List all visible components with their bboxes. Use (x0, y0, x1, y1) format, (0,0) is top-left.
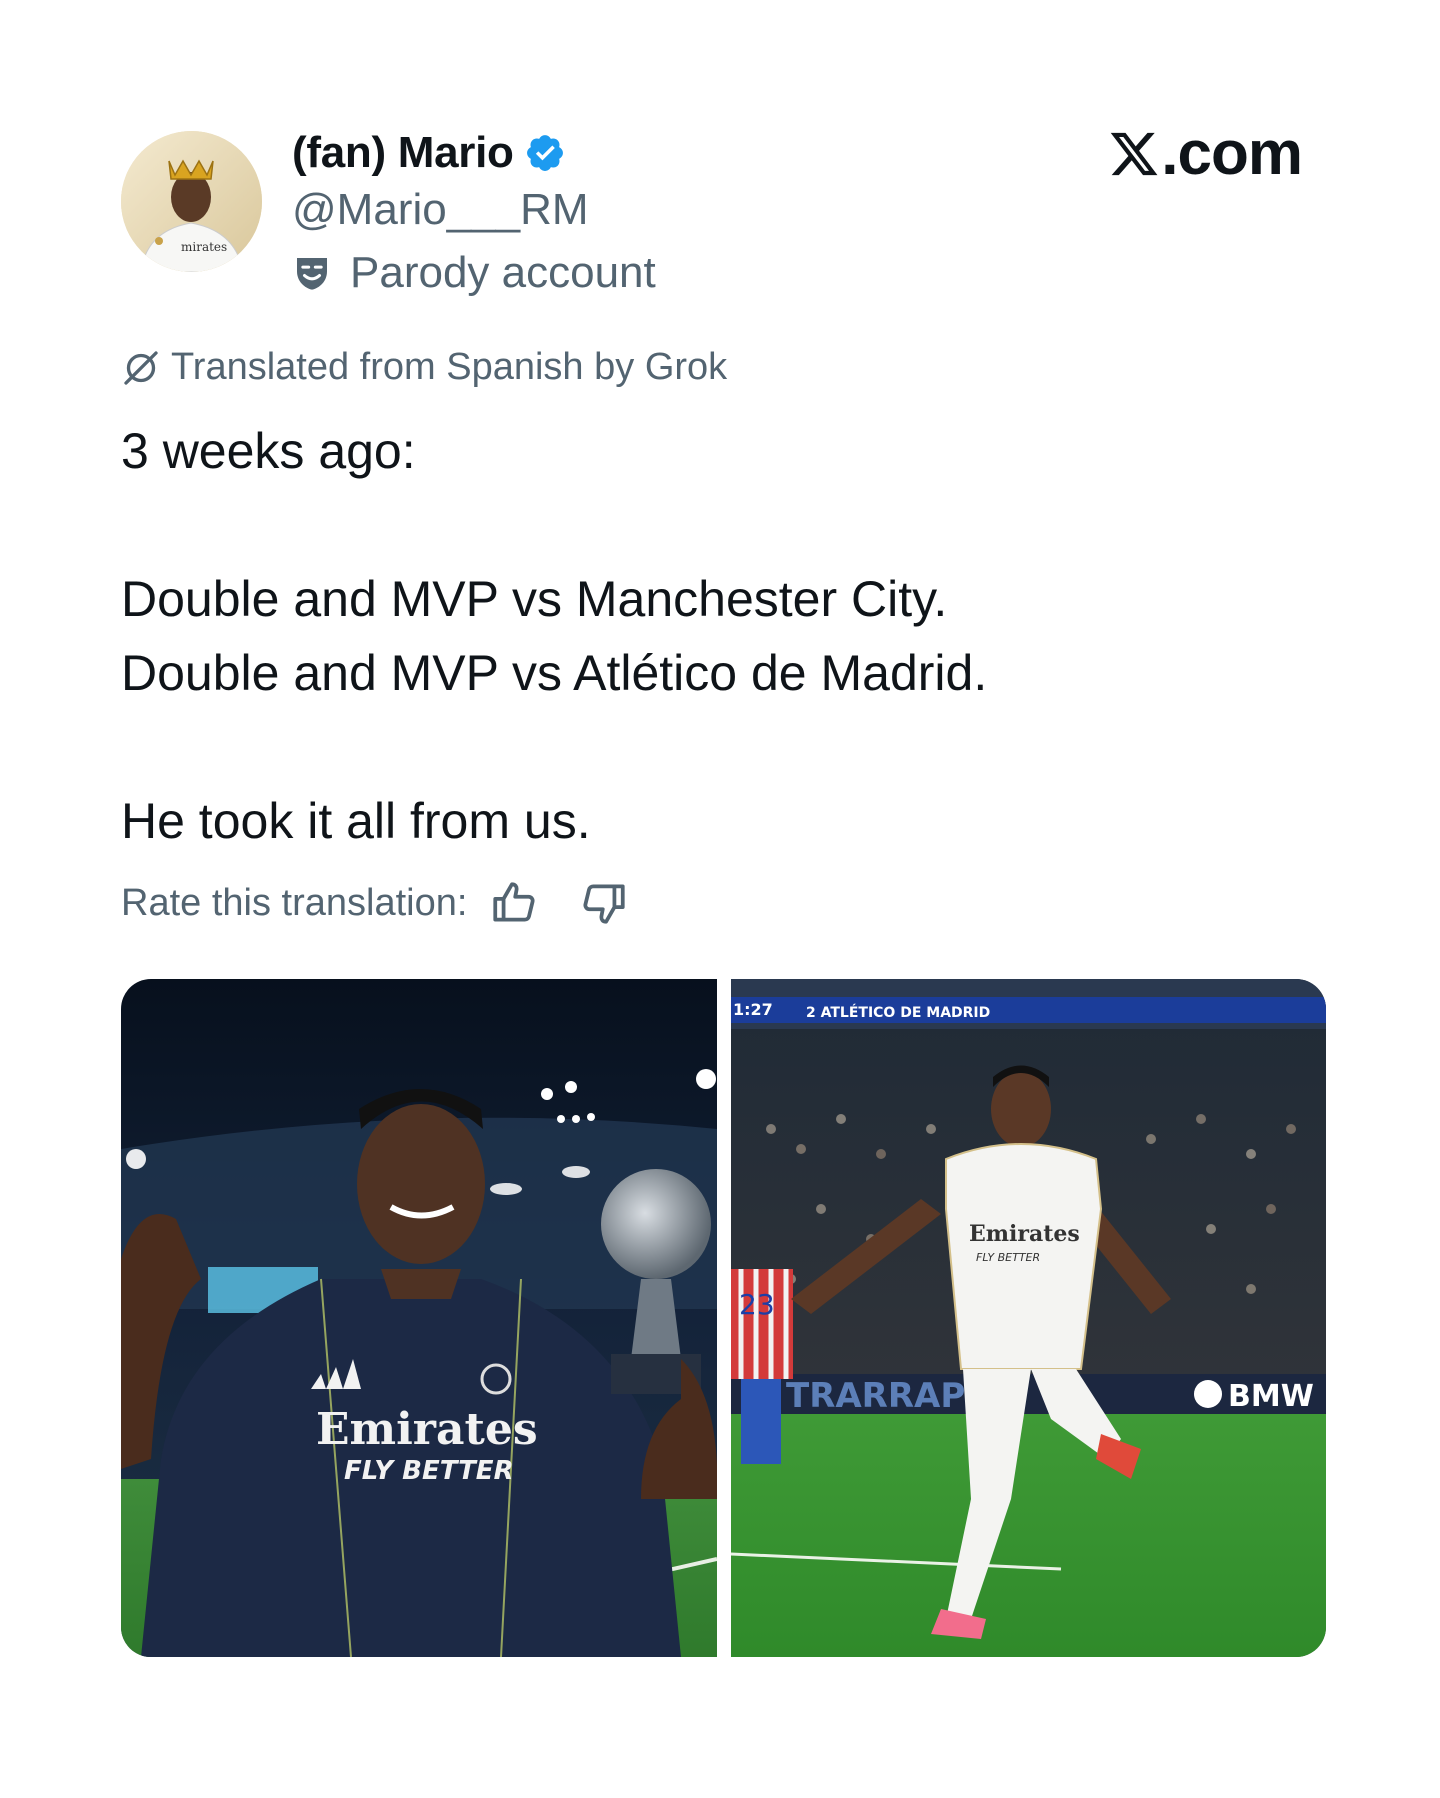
scoreboard-time: 1:27 (733, 1000, 773, 1019)
photo-2[interactable]: 1:27 2 ATLÉTICO DE MADRID TRARRAPI BMW 2… (730, 979, 1326, 1657)
board-right-text: BMW (1228, 1379, 1314, 1414)
photo-1-image: Emirates FLY BETTER (121, 979, 717, 1657)
shirt-text-2b: FLY BETTER (976, 1251, 1040, 1264)
media-grid[interactable]: Emirates FLY BETTER 1:27 2 ATLÉTICO DE M… (121, 979, 1326, 1657)
photo-2-image: 1:27 2 ATLÉTICO DE MADRID TRARRAPI BMW 2… (730, 979, 1326, 1657)
x-logo-icon (1110, 132, 1158, 175)
grok-icon (124, 350, 158, 385)
rate-translation: Rate this translation: (121, 878, 629, 928)
avatar[interactable]: mirates (121, 131, 262, 272)
tweet-text: 3 weeks ago: Double and MVP vs Mancheste… (121, 414, 1321, 858)
rate-translation-label: Rate this translation: (121, 881, 468, 924)
board-left-text: TRARRAPI (786, 1376, 978, 1416)
author-name-row[interactable]: (fan) Mario (292, 124, 566, 182)
shirt-text-2: FLY BETTER (344, 1456, 514, 1486)
translation-note-text: Translated from Spanish by Grok (171, 346, 728, 388)
photo-1[interactable]: Emirates FLY BETTER (121, 979, 717, 1657)
tweet-line: Double and MVP vs Atlético de Madrid. (121, 645, 988, 701)
avatar-image: mirates (121, 131, 262, 272)
translation-note: Translated from Spanish by Grok (121, 346, 727, 389)
parody-label: Parody account (292, 248, 656, 298)
opponent-number: 23 (739, 1288, 775, 1321)
svg-text:mirates: mirates (181, 240, 227, 254)
scoreboard-text: 2 ATLÉTICO DE MADRID (806, 1004, 990, 1021)
shirt-text-1b: Emirates (969, 1221, 1080, 1247)
x-com-brand: .com (1108, 118, 1303, 189)
tweet-line: Double and MVP vs Manchester City. (121, 571, 948, 627)
verified-badge-icon (526, 135, 563, 171)
thumbs-down-icon[interactable] (579, 878, 629, 928)
brand-text: .com (1161, 119, 1303, 188)
display-name[interactable]: (fan) Mario (292, 128, 514, 178)
tweet-line: He took it all from us. (121, 793, 591, 849)
tweet-line: 3 weeks ago: (121, 423, 416, 479)
theater-mask-icon (297, 258, 327, 290)
author-handle[interactable]: @Mario___RM (292, 185, 589, 235)
shirt-text-1: Emirates (316, 1404, 538, 1455)
parody-label-text: Parody account (350, 248, 656, 297)
thumbs-up-icon[interactable] (489, 878, 539, 928)
